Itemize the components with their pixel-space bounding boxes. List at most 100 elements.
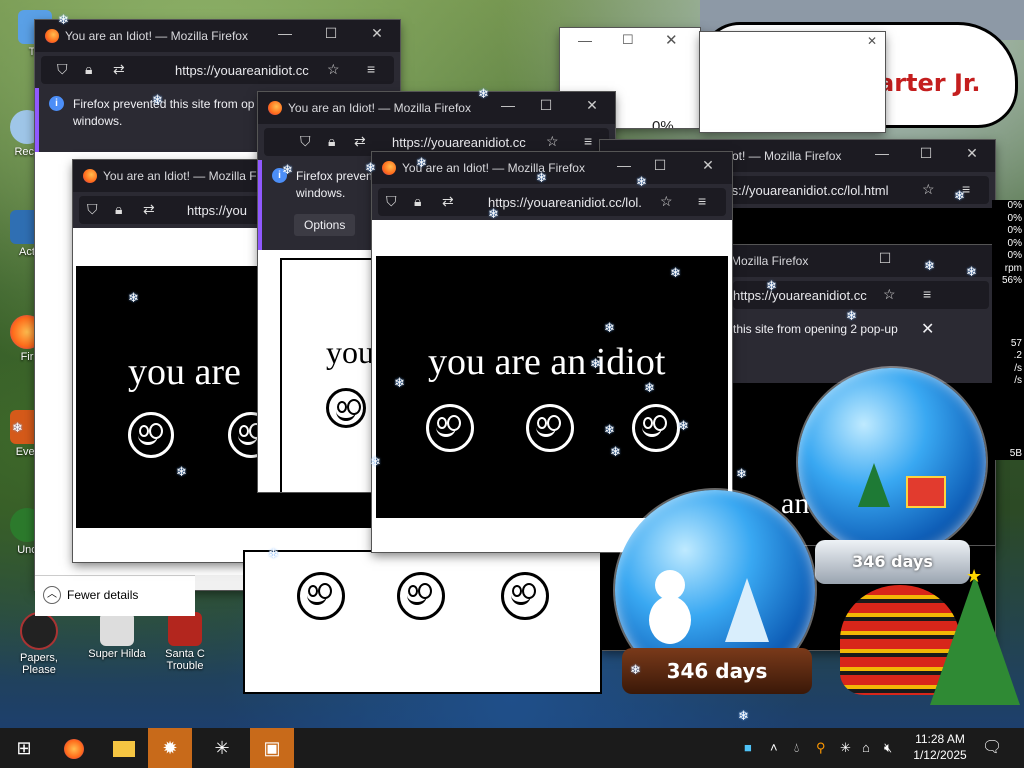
desktop-icon-santa[interactable]: Santa C Trouble xyxy=(150,612,220,672)
window-titlebar: Mozilla Firefox ☐ xyxy=(727,245,995,277)
papers-please-icon xyxy=(20,612,58,650)
clock-time: 11:28 AM xyxy=(915,732,965,746)
snowman-body xyxy=(649,596,691,644)
maximize-button[interactable]: ☐ xyxy=(650,157,670,174)
smiley-icon xyxy=(526,404,574,452)
tray-app-icon[interactable]: ■ xyxy=(744,740,752,755)
clock-date: 1/12/2025 xyxy=(913,748,967,762)
desktop-icon-label: Fir xyxy=(20,351,34,363)
shield-icon[interactable]: ⛉ xyxy=(300,133,311,150)
network-icon[interactable]: ⌂ xyxy=(862,740,870,755)
taskbar-app-icon[interactable]: ✹ xyxy=(148,728,192,768)
bookmark-star-icon[interactable]: ☆ xyxy=(922,181,935,198)
maximize-button[interactable]: ☐ xyxy=(536,97,556,114)
stat-value: 56% xyxy=(1001,275,1022,286)
stat-value: /s xyxy=(1014,362,1022,374)
taskbar-clock[interactable]: 11:28 AM 1/12/2025 xyxy=(905,731,975,763)
minimize-button[interactable]: — xyxy=(275,25,295,41)
info-icon: i xyxy=(272,168,287,183)
minimize-button[interactable]: — xyxy=(872,145,892,161)
url-text[interactable]: https://youareanidiot.cc/lol. xyxy=(488,195,642,210)
url-text[interactable]: https://youareanidiot.cc xyxy=(392,135,526,150)
lock-icon[interactable]: 🔒︎ xyxy=(328,133,335,150)
page-content-bottom xyxy=(243,550,602,694)
smiley-icon xyxy=(297,572,345,620)
tray-drop-icon[interactable]: 💧︎ xyxy=(794,740,799,756)
maximize-button[interactable]: ☐ xyxy=(875,250,895,267)
desktop-icon-super-hilda[interactable]: Super Hilda xyxy=(82,612,152,660)
smiley-icon xyxy=(501,572,549,620)
background-dialog-2: ✕ xyxy=(700,32,885,132)
desktop-icon-label: Act xyxy=(19,246,35,258)
lock-icon[interactable]: 🔒︎ xyxy=(414,193,421,210)
menu-icon[interactable]: ≡ xyxy=(698,193,706,209)
gift-icon xyxy=(906,476,946,508)
shield-icon[interactable]: ⛉ xyxy=(57,61,68,78)
window-titlebar: You are an Idiot! — Mozilla Firefox — ☐ … xyxy=(35,20,400,52)
bookmark-star-icon[interactable]: ☆ xyxy=(660,193,673,210)
taskbar-sparkle-icon[interactable]: ✳ xyxy=(200,728,244,768)
url-text[interactable]: https://youareanidiot.cc xyxy=(175,63,309,78)
url-text[interactable]: https://youareanidiot.cc xyxy=(733,288,867,303)
tray-sparkle-icon[interactable]: ✳ xyxy=(840,740,851,756)
notifications-icon[interactable]: 🗨︎ xyxy=(982,737,1002,757)
shield-icon[interactable]: ⛉ xyxy=(87,201,98,218)
volume-muted-icon[interactable]: 🔇︎ xyxy=(884,740,892,756)
stat-value: 0% xyxy=(1007,237,1022,249)
bookmark-star-icon[interactable]: ☆ xyxy=(327,61,340,78)
minimize-icon[interactable]: — xyxy=(578,32,592,48)
lock-icon[interactable]: 🔒︎ xyxy=(85,61,92,78)
stat-value: 0% xyxy=(1007,250,1022,261)
maximize-icon[interactable]: ☐ xyxy=(622,32,634,48)
lock-icon[interactable]: 🔒︎ xyxy=(115,201,122,218)
options-button[interactable]: Options xyxy=(294,214,356,236)
close-icon[interactable]: ✕ xyxy=(867,34,877,48)
close-button[interactable]: ✕ xyxy=(367,25,387,42)
permissions-icon[interactable]: ⇄ xyxy=(354,133,366,150)
menu-icon[interactable]: ≡ xyxy=(962,181,970,197)
permissions-icon[interactable]: ⇄ xyxy=(442,193,454,210)
close-button[interactable]: ✕ xyxy=(698,157,718,174)
firefox-window-front: You are an Idiot! — Mozilla Firefox — ☐ … xyxy=(372,152,732,552)
banner-text: arter Jr. xyxy=(878,69,981,97)
minimize-button[interactable]: — xyxy=(614,157,634,173)
tray-chevron-icon[interactable]: ˄ xyxy=(770,740,778,755)
close-button[interactable]: ✕ xyxy=(962,145,982,162)
taskbar-file-explorer-icon[interactable] xyxy=(102,728,146,768)
menu-icon[interactable]: ≡ xyxy=(367,61,375,77)
menu-icon[interactable]: ≡ xyxy=(584,133,592,149)
tray-search-icon[interactable]: ⚲ xyxy=(816,740,826,756)
taskbar-app2-icon[interactable]: ▣ xyxy=(250,728,294,768)
idiot-message: you xyxy=(326,334,374,370)
desktop-icon-papers-please[interactable]: Papers, Please xyxy=(4,612,74,676)
minimize-button[interactable]: — xyxy=(498,97,518,113)
maximize-button[interactable]: ☐ xyxy=(321,25,341,42)
taskbar-firefox-icon[interactable] xyxy=(52,728,96,768)
stat-value: rpm xyxy=(1004,262,1022,274)
close-icon[interactable]: ✕ xyxy=(665,31,678,49)
snow-globe-left-base: 346 days xyxy=(622,648,812,694)
bookmark-star-icon[interactable]: ☆ xyxy=(546,133,559,150)
stat-value: /s xyxy=(1014,375,1022,386)
smiley-icon xyxy=(426,404,474,452)
shield-icon[interactable]: ⛉ xyxy=(386,193,397,210)
window-title: Mozilla Firefox xyxy=(731,254,809,268)
url-bar: ⛉ 🔒︎ ⇄ https://youareanidiot.cc ☆ ≡ xyxy=(35,52,400,88)
christmas-tree-icon xyxy=(930,575,1020,705)
menu-icon[interactable]: ≡ xyxy=(923,286,931,302)
url-text[interactable]: https://you xyxy=(187,203,247,218)
page-content: you are an idiot xyxy=(376,256,728,518)
close-button[interactable]: ✕ xyxy=(582,97,602,114)
permissions-icon[interactable]: ⇄ xyxy=(113,61,125,78)
url-text[interactable]: https://youareanidiot.cc/lol.html xyxy=(710,183,888,198)
notification-text: Firefox prevented this site from op xyxy=(73,97,255,111)
fewer-details-link[interactable]: Fewer details xyxy=(67,588,138,602)
permissions-icon[interactable]: ⇄ xyxy=(143,201,155,218)
stat-value: 0% xyxy=(1007,225,1022,236)
chevron-up-icon[interactable]: ︿ xyxy=(43,586,61,604)
close-notification-button[interactable]: ✕ xyxy=(921,319,934,339)
firefox-icon xyxy=(83,169,97,183)
maximize-button[interactable]: ☐ xyxy=(916,145,936,162)
start-button[interactable]: ⊞ xyxy=(2,728,46,768)
bookmark-star-icon[interactable]: ☆ xyxy=(883,286,896,303)
